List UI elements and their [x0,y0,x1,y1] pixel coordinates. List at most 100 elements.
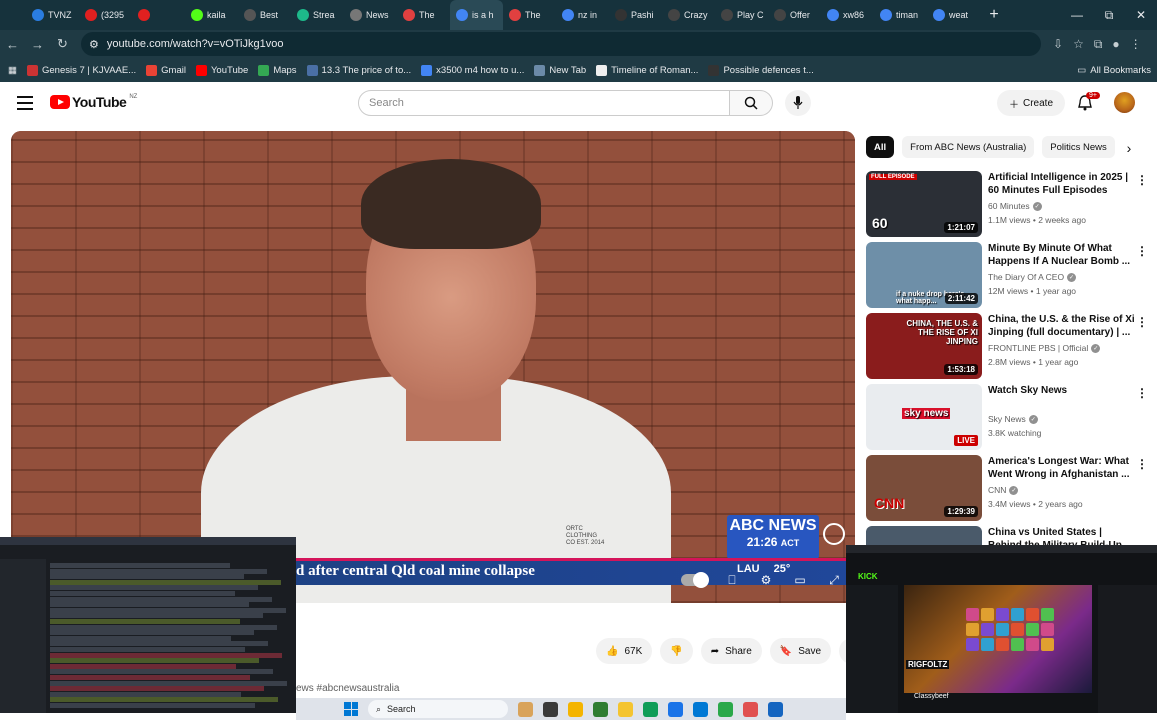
browser-tab[interactable]: (3295 [79,0,132,30]
search-button[interactable] [730,90,773,116]
close-window-button[interactable]: ✕ [1125,0,1157,30]
more-options-icon[interactable]: ⋮ [1136,386,1148,400]
bookmark-item[interactable]: Possible defences t... [708,64,814,76]
bookmark-item[interactable]: Maps [258,64,297,76]
email-list-row[interactable] [50,563,230,568]
bookmark-item[interactable]: YouTube [195,64,248,76]
video-thumbnail[interactable]: sky news LIVE [866,384,982,450]
browser-tab[interactable]: weat [927,0,980,30]
menu-icon[interactable]: ⋮ [1130,37,1142,52]
description-hashtags[interactable]: ews #abcnewsaustralia [296,683,399,694]
video-title[interactable]: America's Longest War: What Went Wrong i… [988,455,1136,481]
video-thumbnail[interactable]: CHINA, THE U.S. & THE RISE OF XI JINPING… [866,313,982,379]
bookmark-star-icon[interactable]: ☆ [1073,37,1084,52]
email-list-row[interactable] [50,680,287,686]
reload-button[interactable]: ↻ [50,36,75,52]
more-options-icon[interactable]: ⋮ [1136,244,1148,258]
taskbar-app-icon[interactable] [643,701,658,717]
apps-icon[interactable]: ▦ [8,65,17,76]
overlay-window-stream[interactable]: KICK RIGFOLTZ Classybeef [846,545,1157,713]
taskbar-app-icon[interactable] [743,701,758,717]
browser-tab[interactable] [132,0,185,30]
browser-tab[interactable]: Play C [715,0,768,30]
browser-tab[interactable]: nz in [556,0,609,30]
video-thumbnail[interactable]: CNN 1:29:39 [866,455,982,521]
email-list-row[interactable] [50,652,282,658]
filter-chip[interactable]: Politics News [1042,136,1115,158]
recommended-video[interactable]: sky news LIVE Watch Sky News Sky News ✓ 3.8K … [866,384,1156,450]
video-player[interactable]: ORTC CLOTHING CO EST. 2014 ABC NEWS 21:2… [11,131,855,603]
bookmark-item[interactable]: 13.3 The price of to... [306,64,411,76]
email-list-row[interactable] [50,663,236,669]
email-list-row[interactable] [50,596,272,602]
recommended-video[interactable]: CNN 1:29:39 America's Longest War: What We… [866,455,1156,521]
video-thumbnail[interactable]: FULL EPISODE 60 1:21:07 [866,171,982,237]
restore-button[interactable]: ⧉ [1093,0,1125,30]
taskbar-app-icon[interactable] [568,701,583,717]
minimize-button[interactable]: — [1061,0,1093,30]
video-title[interactable]: Artificial Intelligence in 2025 | 60 Min… [988,171,1136,197]
recommended-video[interactable]: FULL EPISODE 60 1:21:07 Artificial Intellig… [866,171,1156,237]
taskbar-app-icon[interactable] [593,701,608,717]
taskbar-app-icon[interactable] [693,701,708,717]
email-list-row[interactable] [50,624,277,630]
video-title[interactable]: China, the U.S. & the Rise of Xi Jinping… [988,313,1136,339]
install-icon[interactable]: ⇩ [1053,37,1063,52]
email-list-row[interactable] [50,579,281,585]
taskbar-app-icon[interactable] [768,701,783,717]
all-bookmarks-button[interactable]: ▭ All Bookmarks [1077,58,1151,82]
channel-name[interactable]: Sky News ✓ [988,414,1038,424]
back-button[interactable]: ← [0,37,25,52]
browser-tab[interactable]: The [503,0,556,30]
filter-chip[interactable]: All [866,136,895,158]
url-bar[interactable]: ⚙ youtube.com/watch?v=vOTiJkg1voo [81,32,1041,56]
settings-gear-icon[interactable]: ⚙ [757,571,775,589]
email-list-row[interactable] [50,602,249,608]
avatar[interactable] [1114,92,1135,113]
recommended-video[interactable]: CHINA, THE U.S. & THE RISE OF XI JINPING… [866,313,1156,379]
recommended-video[interactable]: if a nuke drop here's what happ... 2:11:4… [866,242,1156,308]
browser-tab[interactable]: timan [874,0,927,30]
email-list-row[interactable] [50,585,258,591]
forward-button[interactable]: → [25,37,50,52]
subtitles-icon[interactable]: ⎕ [723,571,741,589]
email-list-row[interactable] [50,607,286,613]
youtube-logo[interactable]: YouTube NZ [50,94,137,110]
share-button[interactable]: ➦ Share [700,638,762,664]
menu-hamburger-icon[interactable] [17,96,33,114]
bookmark-item[interactable]: Genesis 7 | KJVAAE... [26,64,136,76]
channel-name[interactable]: 60 Minutes ✓ [988,201,1042,211]
channel-name[interactable]: CNN ✓ [988,485,1019,495]
email-list-row[interactable] [50,574,244,580]
overlay-window-email-client[interactable] [0,537,296,713]
miniplayer-icon[interactable]: ▭ [791,571,809,589]
email-list-row[interactable] [50,686,264,692]
browser-tab[interactable]: Best [238,0,291,30]
taskbar-app-icon[interactable] [668,701,683,717]
taskbar-app-icon[interactable] [718,701,733,717]
channel-name[interactable]: FRONTLINE PBS | Official ✓ [988,343,1101,353]
browser-tab[interactable]: Pashi [609,0,662,30]
email-list-row[interactable] [50,675,250,680]
browser-tab[interactable]: Crazy [662,0,715,30]
new-tab-button[interactable]: + [984,6,1004,24]
windows-start-icon[interactable] [344,702,358,716]
filter-chip[interactable]: From ABC News (Australia) [902,136,1035,158]
dislike-button[interactable]: 👎 [660,638,693,664]
video-title[interactable]: Minute By Minute Of What Happens If A Nu… [988,242,1136,268]
email-list-row[interactable] [50,630,254,636]
email-list-row[interactable] [50,635,231,641]
search-input[interactable]: Search [358,90,730,116]
extensions-icon[interactable]: ⧉ [1094,37,1103,52]
browser-tab[interactable]: News [344,0,397,30]
browser-tab[interactable]: Strea [291,0,344,30]
email-list-row[interactable] [50,568,267,574]
taskbar-search[interactable]: ⌕ Search [368,700,508,718]
email-list-row[interactable] [50,613,263,619]
profile-icon[interactable]: ● [1112,37,1119,52]
browser-tab[interactable]: Offer [768,0,821,30]
email-list-row[interactable] [50,641,268,647]
voice-search-button[interactable] [785,90,811,116]
chevron-right-icon[interactable]: › [1120,138,1138,158]
more-options-icon[interactable]: ⋮ [1136,457,1148,471]
